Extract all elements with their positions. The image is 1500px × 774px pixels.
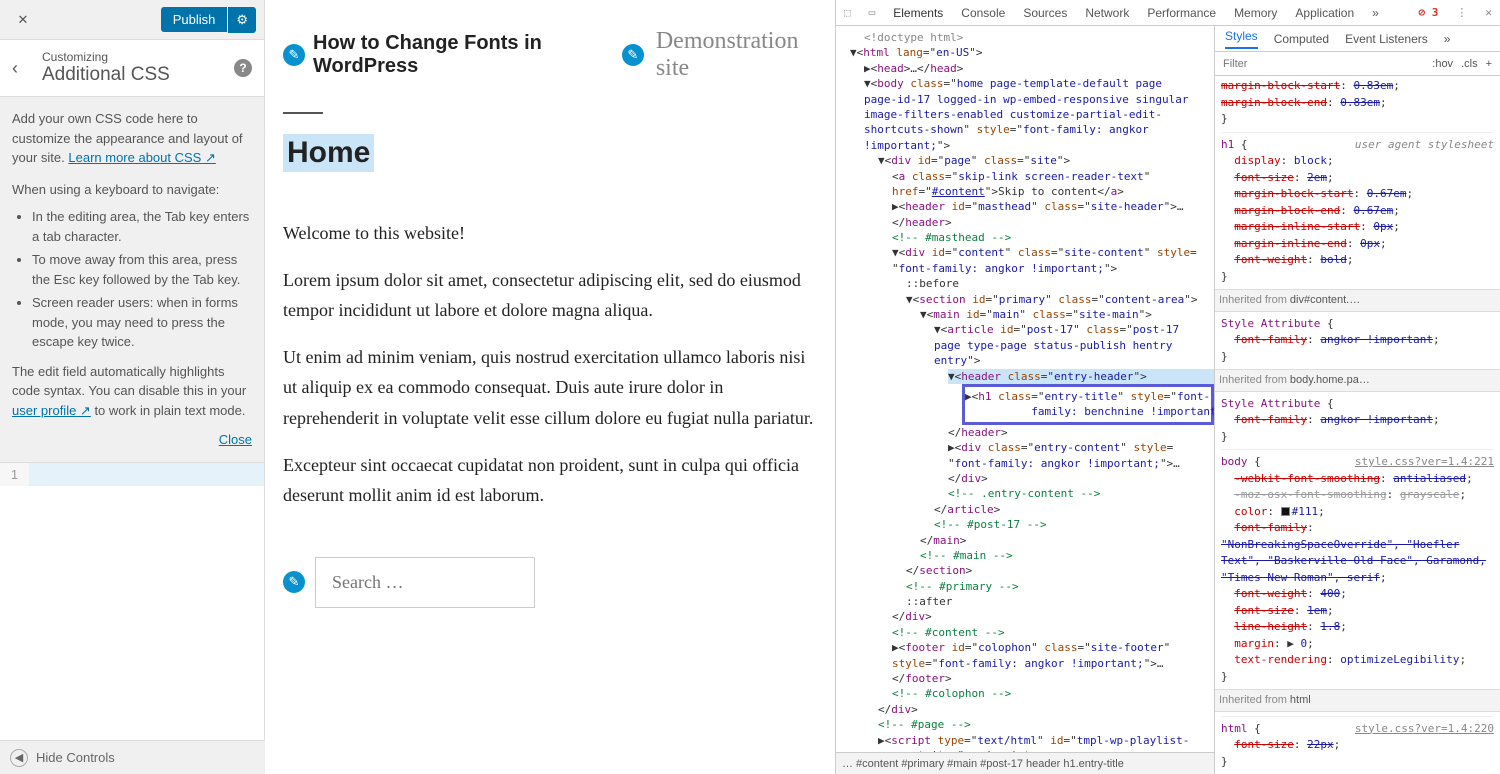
dom-tree[interactable]: <!doctype html>▼<html lang="en-US">▶<hea…	[836, 26, 1215, 774]
customizer-panel: ✕ Publish ⚙ ‹ Customizing Additional CSS…	[0, 0, 265, 774]
filter-input[interactable]	[1223, 58, 1424, 70]
close-link[interactable]: Close	[12, 430, 252, 450]
code-line[interactable]	[30, 463, 264, 486]
page-title: Home	[283, 134, 374, 172]
cls-toggle[interactable]: .cls	[1461, 58, 1478, 70]
tab-application[interactable]: Application	[1295, 6, 1354, 20]
paragraph: Welcome to this website!	[283, 218, 817, 249]
tab-sources[interactable]: Sources	[1023, 6, 1067, 20]
tab-network[interactable]: Network	[1085, 6, 1129, 20]
styles-tabs: Styles Computed Event Listeners »	[1215, 26, 1500, 52]
customizing-label: Customizing	[42, 50, 234, 64]
search-input[interactable]	[315, 557, 535, 608]
publish-button[interactable]: Publish	[161, 7, 228, 32]
user-profile-link[interactable]: user profile ↗	[12, 403, 91, 418]
help-icon[interactable]: ?	[234, 59, 252, 77]
paragraph: Excepteur sint occaecat cupidatat non pr…	[283, 450, 817, 511]
tab-performance[interactable]: Performance	[1147, 6, 1216, 20]
site-tagline: Demonstration site	[656, 28, 817, 82]
add-rule-icon[interactable]: +	[1486, 58, 1492, 70]
line-number: 1	[0, 463, 30, 486]
page-content: Home Welcome to this website! Lorem ipsu…	[265, 92, 835, 537]
search-row: ✎	[265, 557, 835, 608]
edit-icon[interactable]: ✎	[622, 44, 644, 66]
styles-pane: Styles Computed Event Listeners » :hov .…	[1215, 26, 1500, 774]
list-item: In the editing area, the Tab key enters …	[32, 207, 252, 246]
hov-toggle[interactable]: :hov	[1432, 58, 1453, 70]
device-icon[interactable]: ▭	[869, 6, 876, 19]
css-editor[interactable]: 1	[0, 462, 264, 774]
list-item: To move away from this area, press the E…	[32, 250, 252, 289]
tab-elements[interactable]: Elements	[893, 6, 943, 20]
customizer-top-bar: ✕ Publish ⚙	[0, 0, 264, 40]
tab-event-listeners[interactable]: Event Listeners	[1345, 32, 1428, 46]
list-item: Screen reader users: when in forms mode,…	[32, 293, 252, 352]
section-header: ‹ Customizing Additional CSS ?	[0, 40, 264, 97]
inspect-icon[interactable]: ⬚	[844, 6, 851, 19]
edit-icon[interactable]: ✎	[283, 44, 305, 66]
tab-styles[interactable]: Styles	[1225, 29, 1258, 49]
divider	[283, 112, 323, 114]
devtools-tabs: ⬚ ▭ Elements Console Sources Network Per…	[836, 0, 1500, 26]
close-icon[interactable]: ✕	[1485, 6, 1492, 19]
back-icon[interactable]: ‹	[12, 58, 32, 79]
more-tabs-icon[interactable]: »	[1372, 6, 1379, 20]
kbd-list: In the editing area, the Tab key enters …	[12, 207, 252, 352]
devtools-panel: ⬚ ▭ Elements Console Sources Network Per…	[835, 0, 1500, 774]
breadcrumb[interactable]: … #content #primary #main #post-17 heade…	[836, 752, 1214, 774]
site-header: ✎ How to Change Fonts in WordPress ✎ Dem…	[265, 0, 835, 92]
paragraph: Lorem ipsum dolor sit amet, consectetur …	[283, 265, 817, 326]
chevron-left-icon: ◀	[10, 749, 28, 767]
tab-computed[interactable]: Computed	[1274, 32, 1329, 46]
error-badge[interactable]: ⊘ 3	[1419, 6, 1439, 19]
gear-icon[interactable]: ⚙	[228, 7, 256, 33]
filter-row: :hov .cls +	[1215, 52, 1500, 76]
tab-memory[interactable]: Memory	[1234, 6, 1277, 20]
more-tabs-icon[interactable]: »	[1444, 32, 1451, 46]
site-title[interactable]: How to Change Fonts in WordPress	[313, 32, 614, 78]
close-icon[interactable]: ✕	[8, 5, 38, 35]
hide-controls-button[interactable]: ◀ Hide Controls	[0, 740, 265, 774]
learn-more-link[interactable]: Learn more about CSS ↗	[68, 150, 215, 165]
edit-icon[interactable]: ✎	[283, 571, 305, 593]
section-description: Add your own CSS code here to customize …	[0, 97, 264, 462]
settings-icon[interactable]: ⋮	[1456, 6, 1467, 19]
tab-console[interactable]: Console	[961, 6, 1005, 20]
section-title: Additional CSS	[42, 64, 234, 86]
css-rules[interactable]: margin-block-start: 0.83em;margin-block-…	[1215, 76, 1500, 774]
site-preview: ✎ How to Change Fonts in WordPress ✎ Dem…	[265, 0, 835, 774]
paragraph: Ut enim ad minim veniam, quis nostrud ex…	[283, 342, 817, 434]
